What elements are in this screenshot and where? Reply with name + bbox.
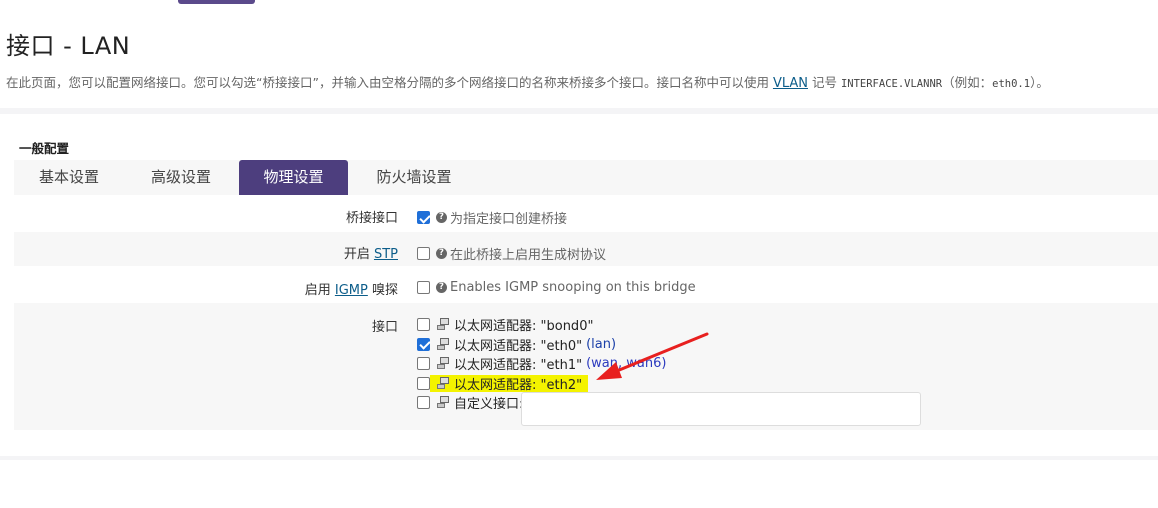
annotation-arrow-icon: [596, 332, 709, 380]
